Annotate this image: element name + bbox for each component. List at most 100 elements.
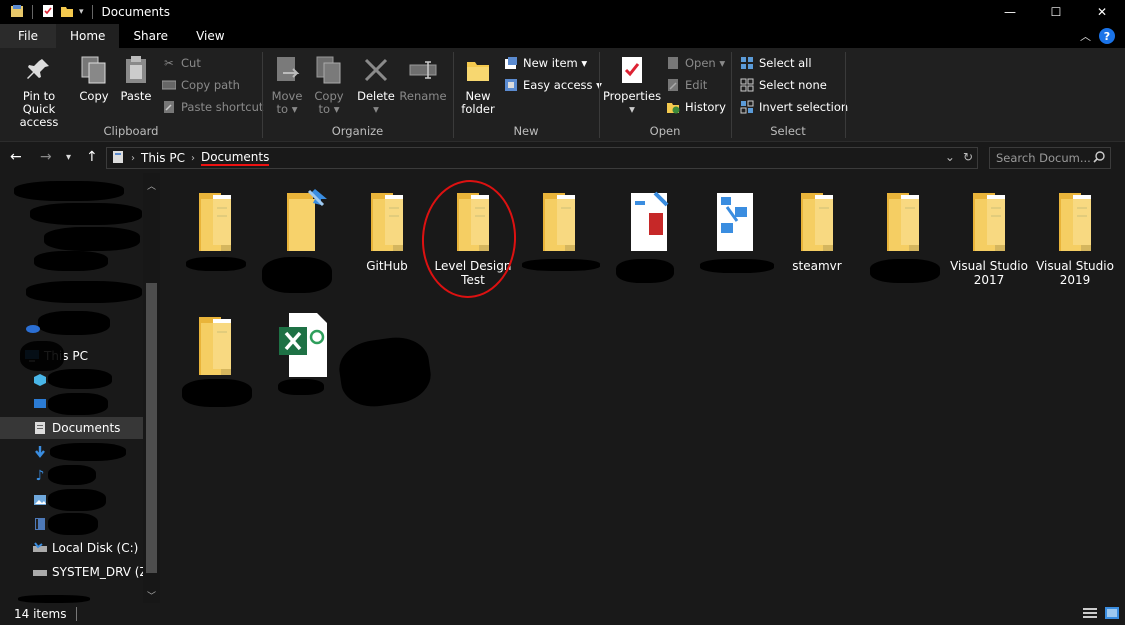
redaction-scribble <box>48 513 98 535</box>
file-item[interactable] <box>690 187 772 259</box>
new-folder-button[interactable]: New folder <box>456 54 500 116</box>
tab-home[interactable]: Home <box>56 24 120 48</box>
nav-item-system-drv-z[interactable]: SYSTEM_DRV (Z:) <box>0 561 156 583</box>
tab-file[interactable]: File <box>0 24 56 48</box>
select-none-icon <box>740 78 754 92</box>
new-group-label: New <box>513 124 539 138</box>
breadcrumb-documents[interactable]: Documents <box>200 150 270 166</box>
properties-dropdown: ▾ <box>629 102 635 116</box>
new-folder-label-2: folder <box>461 102 495 116</box>
open-button[interactable]: Open ▾ <box>666 56 725 70</box>
tab-share[interactable]: Share <box>119 24 182 48</box>
recent-locations-chevron-icon[interactable]: ▾ <box>66 152 71 163</box>
file-item[interactable]: GitHub <box>346 187 428 273</box>
music-note-icon: ♪ <box>35 468 45 484</box>
nav-item-local-disk-c[interactable]: Local Disk (C:) <box>0 537 143 559</box>
breadcrumb-separator-icon: › <box>190 152 195 164</box>
search-input[interactable]: Search Docum... <box>989 147 1111 169</box>
nav-item-onedrive[interactable] <box>0 317 143 339</box>
file-item[interactable] <box>174 311 256 383</box>
nav-item-label-system-drv: SYSTEM_DRV (Z:) <box>52 565 157 579</box>
redaction-scribble <box>14 181 124 201</box>
new-item-icon <box>504 56 518 70</box>
scroll-up-arrow-icon[interactable]: ︿ <box>147 179 156 192</box>
select-none-button[interactable]: Select none <box>740 78 827 92</box>
delete-button[interactable]: Delete ▾ <box>357 54 395 116</box>
paste-shortcut-icon <box>162 100 176 114</box>
file-name: Visual Studio 2019 <box>1036 259 1114 287</box>
nav-item-documents[interactable]: Documents <box>0 417 143 439</box>
refresh-icon[interactable]: ↻ <box>963 150 973 164</box>
paste-label: Paste <box>120 89 152 103</box>
paste-button[interactable]: Paste <box>116 54 156 103</box>
details-view-icon[interactable] <box>1083 607 1097 622</box>
file-name: Visual Studio 2017 <box>950 259 1028 287</box>
easy-access-button[interactable]: Easy access ▾ <box>504 78 602 92</box>
ribbon-tabs: File Home Share View ︿ ? <box>0 24 1125 48</box>
help-icon[interactable]: ? <box>1099 28 1115 44</box>
easy-access-icon <box>504 78 518 92</box>
file-item[interactable] <box>174 187 256 259</box>
new-item-button[interactable]: New item ▾ <box>504 56 587 70</box>
file-item[interactable]: Visual Studio 2019 <box>1034 187 1116 287</box>
collapse-ribbon-icon[interactable]: ︿ <box>1080 28 1091 44</box>
rename-button[interactable]: Rename <box>399 54 447 103</box>
address-bar[interactable]: › This PC › Documents ⌄ ↻ <box>106 147 978 169</box>
minimize-button[interactable]: — <box>987 0 1033 24</box>
open-group: Properties ▾ Open ▾ Edit History Open <box>600 48 730 142</box>
history-button[interactable]: History <box>666 100 726 114</box>
drive-icon <box>32 540 48 556</box>
close-button[interactable]: ✕ <box>1079 0 1125 24</box>
new-item-label: New item ▾ <box>523 56 588 70</box>
desktop-icon <box>32 396 48 412</box>
maximize-button[interactable]: ☐ <box>1033 0 1079 24</box>
file-name: steamvr <box>792 259 842 273</box>
file-item[interactable]: steamvr <box>776 187 858 273</box>
file-item[interactable]: Visual Studio 2017 <box>948 187 1030 287</box>
select-group: Select all Select none Invert selection … <box>732 48 848 142</box>
breadcrumb-separator-icon: › <box>131 152 135 164</box>
redaction-scribble <box>18 595 90 603</box>
excel-file-icon <box>271 311 331 381</box>
copy-path-button[interactable]: Copy path <box>162 78 240 92</box>
breadcrumb-this-pc[interactable]: This PC <box>141 151 185 165</box>
properties-button[interactable]: Properties ▾ <box>602 54 662 116</box>
move-to-icon <box>271 54 303 86</box>
pin-to-quick-access-button[interactable]: Pin to Quick access <box>6 54 72 129</box>
up-arrow-icon[interactable]: ↑ <box>86 149 98 165</box>
copy-to-button[interactable]: Copy to ▾ <box>309 54 349 116</box>
new-folder-quick-icon[interactable] <box>60 4 74 21</box>
file-item[interactable] <box>518 187 600 259</box>
tab-view[interactable]: View <box>182 24 238 48</box>
copy-button[interactable]: Copy <box>76 54 112 103</box>
nav-pane-scrollbar[interactable]: ︿ ﹀ <box>143 173 160 603</box>
redaction-scribble <box>182 379 252 407</box>
invert-selection-button[interactable]: Invert selection <box>740 100 848 114</box>
scroll-down-arrow-icon[interactable]: ﹀ <box>147 589 156 602</box>
edit-button[interactable]: Edit <box>666 78 707 92</box>
file-item[interactable] <box>862 187 944 259</box>
back-arrow-icon[interactable]: ← <box>10 149 22 165</box>
scrollbar-thumb[interactable] <box>146 283 157 573</box>
folder-icon <box>1045 187 1105 257</box>
select-all-label: Select all <box>759 56 812 70</box>
cut-button[interactable]: ✂ Cut <box>162 56 201 70</box>
redaction-scribble <box>20 341 64 371</box>
move-to-button[interactable]: Move to ▾ <box>267 54 307 116</box>
item-count: 14 items <box>14 607 67 621</box>
properties-quick-icon[interactable] <box>41 4 55 21</box>
copy-to-label-2: to ▾ <box>318 102 340 116</box>
select-all-icon <box>740 56 754 70</box>
file-item[interactable] <box>260 187 342 259</box>
file-item[interactable] <box>260 311 342 383</box>
redaction-scribble <box>278 379 324 395</box>
clipboard-group: Pin to Quick access Copy Paste ✂ Cut Cop… <box>0 48 263 142</box>
forward-arrow-icon[interactable]: → <box>40 149 52 165</box>
select-all-button[interactable]: Select all <box>740 56 812 70</box>
large-icons-view-icon[interactable] <box>1105 607 1119 622</box>
paste-icon <box>120 54 152 86</box>
file-item[interactable] <box>604 187 686 259</box>
address-history-chevron-icon[interactable]: ⌄ <box>945 150 955 164</box>
customize-toolbar-icon[interactable]: ▾ <box>79 7 84 17</box>
paste-shortcut-button[interactable]: Paste shortcut <box>162 100 263 114</box>
